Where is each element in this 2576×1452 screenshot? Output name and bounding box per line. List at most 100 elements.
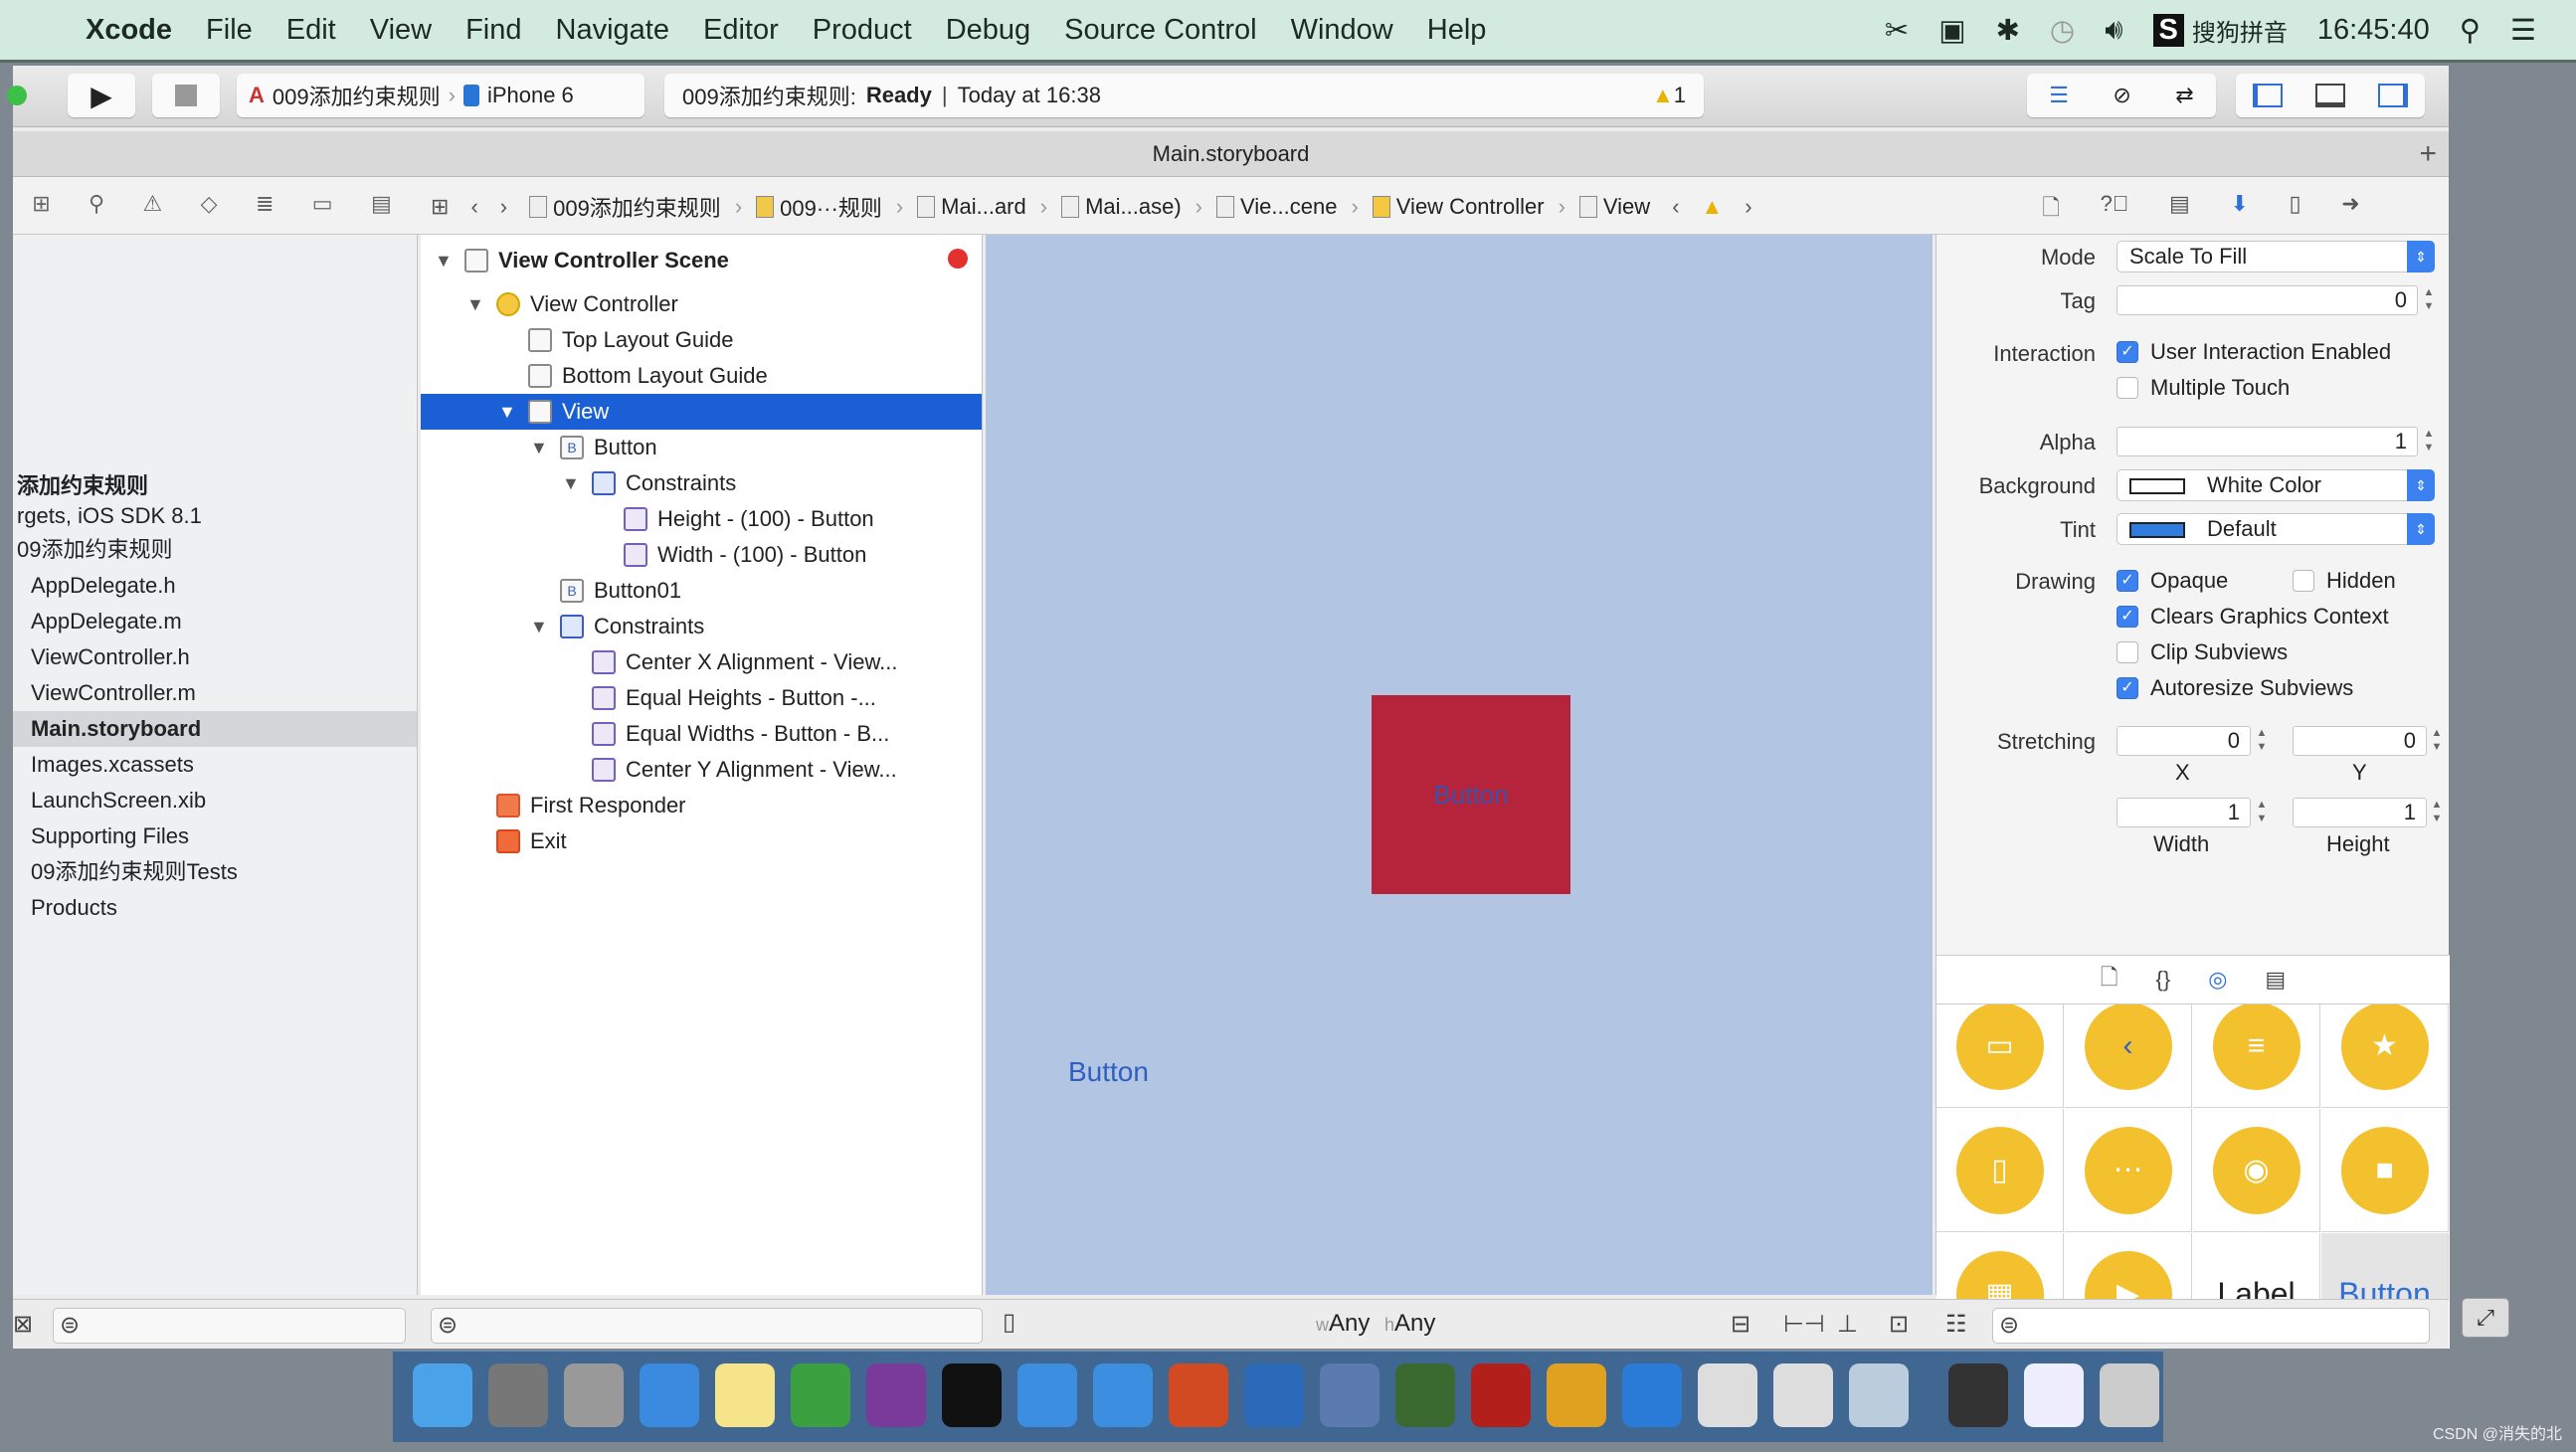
library-back-chevron-icon[interactable]: ‹	[2065, 1004, 2192, 1108]
button01[interactable]: Button	[1068, 1056, 1149, 1088]
hidden-checkbox[interactable]	[2293, 570, 2314, 592]
finder-icon[interactable]	[413, 1363, 472, 1427]
library-container-view-icon[interactable]: ▭	[1936, 1004, 2064, 1108]
clears-graphics-checkbox[interactable]: ✓	[2116, 606, 2138, 628]
next-issue-button[interactable]: ›	[1745, 194, 1751, 220]
navigator-filter-field[interactable]: ⊜	[53, 1308, 406, 1344]
assistant-editor-icon[interactable]: ⊘	[2113, 83, 2130, 108]
library-filter-field[interactable]: ⊜	[1992, 1308, 2430, 1344]
excel-icon[interactable]	[791, 1363, 850, 1427]
ftp-icon[interactable]	[1395, 1363, 1455, 1427]
hide-navigator-icon[interactable]: ⊠	[13, 1310, 33, 1339]
navigator-toggle-icon[interactable]	[2252, 84, 2283, 107]
stretch-height-stepper[interactable]: ▲ ▼	[2430, 798, 2444, 827]
menu-help[interactable]: Help	[1427, 14, 1487, 47]
clip-subviews-checkbox[interactable]	[2116, 641, 2138, 663]
jump-bar-item[interactable]: 009添加约束规则	[529, 191, 721, 223]
jump-bar-item[interactable]: View Controller	[1372, 194, 1545, 220]
device-name[interactable]: iPhone 6	[487, 83, 574, 108]
version-editor-icon[interactable]: ⇄	[2175, 83, 2193, 108]
navigator-item[interactable]: LaunchScreen.xib	[13, 783, 417, 818]
menu-source-control[interactable]: Source Control	[1064, 14, 1256, 47]
menu-navigate[interactable]: Navigate	[556, 14, 669, 47]
simulator-icon[interactable]	[1093, 1363, 1153, 1427]
outline-item[interactable]: Equal Widths - Button - B...	[421, 716, 982, 752]
library-glkit-view-icon[interactable]: ◉	[2193, 1109, 2320, 1232]
forward-button[interactable]: ›	[500, 194, 507, 220]
opaque-checkbox[interactable]: ✓	[2116, 570, 2138, 592]
navigator-item[interactable]: ViewController.m	[13, 675, 417, 711]
menu-view[interactable]: View	[370, 14, 432, 47]
input-method[interactable]: 搜狗拼音	[2192, 13, 2288, 48]
screen-share-icon[interactable]	[1948, 1363, 2008, 1427]
code-snippet-library-icon[interactable]: {}	[2156, 967, 2171, 993]
tag-field[interactable]: 0	[2116, 285, 2418, 315]
fullscreen-icon[interactable]: ⤢	[2462, 1298, 2509, 1338]
time-machine-icon[interactable]: ◷	[2050, 13, 2075, 48]
library-split-view-icon[interactable]: ▯	[1936, 1109, 2064, 1232]
preview-icon[interactable]	[1849, 1363, 1909, 1427]
resolve-issues-icon[interactable]: ⊥	[1837, 1310, 1858, 1339]
scheme-name[interactable]: 009添加约束规则	[273, 80, 441, 111]
resizing-behavior-icon[interactable]: ⊡	[1889, 1310, 1909, 1339]
outline-item[interactable]: Equal Heights - Button -...	[421, 680, 982, 716]
camera-icon[interactable]: ▣	[1938, 13, 1965, 48]
warning-indicator[interactable]: ▲1	[1652, 83, 1686, 108]
outline-item[interactable]: Top Layout Guide	[421, 322, 982, 358]
system-preferences-icon[interactable]	[488, 1363, 548, 1427]
connections-inspector-icon[interactable]: ➜	[2341, 191, 2359, 229]
stretch-width-stepper[interactable]: ▲ ▼	[2255, 798, 2269, 827]
library-tab-bar-icon[interactable]: ★	[2321, 1004, 2449, 1108]
outline-item[interactable]: Bottom Layout Guide	[421, 358, 982, 394]
user-interaction-checkbox[interactable]: ✓	[2116, 341, 2138, 363]
size-inspector-icon[interactable]: ▯	[2290, 191, 2301, 229]
list-view-icon[interactable]: ☷	[1945, 1310, 1967, 1339]
outline-item[interactable]: ▼ View	[421, 394, 982, 430]
identity-inspector-icon[interactable]: ▤	[2169, 191, 2190, 229]
notes-icon[interactable]	[715, 1363, 775, 1427]
media-library-icon[interactable]: ▤	[2265, 967, 2286, 993]
navigator-item[interactable]: AppDelegate.m	[13, 604, 417, 639]
size-class-control[interactable]: wAny hAny	[1316, 1310, 1435, 1338]
volume-icon[interactable]: 🔊︎	[2105, 14, 2122, 47]
quick-help-icon[interactable]: ?⃝	[2101, 191, 2129, 229]
library-table-view-icon[interactable]: ≡	[2193, 1004, 2320, 1108]
find-navigator-icon[interactable]: ⚲	[89, 191, 104, 217]
mode-popup[interactable]: Scale To Fill ⇕	[2116, 241, 2435, 272]
instruments-icon[interactable]	[1698, 1363, 1757, 1427]
align-icon[interactable]: ⊟	[1731, 1310, 1750, 1339]
tag-stepper[interactable]: ▲ ▼	[2422, 285, 2436, 315]
outline-filter-field[interactable]: ⊜	[431, 1308, 983, 1344]
multiple-touch-checkbox[interactable]	[2116, 377, 2138, 399]
sketch-icon[interactable]	[1547, 1363, 1606, 1427]
stretch-y-stepper[interactable]: ▲ ▼	[2430, 726, 2444, 756]
red-button[interactable]: Button	[1372, 695, 1570, 894]
alpha-field[interactable]: 1	[2116, 427, 2418, 456]
outline-item[interactable]: Width - (100) - Button	[421, 537, 982, 573]
back-button[interactable]: ‹	[470, 194, 477, 220]
library-page-view-icon[interactable]: ⋯	[2065, 1109, 2192, 1232]
autoresize-subviews-checkbox[interactable]: ✓	[2116, 677, 2138, 699]
notification-center-icon[interactable]: ☰	[2510, 13, 2536, 48]
library-object-cube-icon[interactable]: ■	[2321, 1109, 2449, 1232]
navigator-item[interactable]: Main.storyboard	[13, 711, 417, 747]
navigator-item[interactable]: 09添加约束规则	[13, 532, 417, 568]
jump-bar-item[interactable]: View	[1578, 194, 1650, 220]
stop-button[interactable]	[152, 74, 220, 117]
toggle-outline-icon[interactable]: ▯	[1003, 1308, 1015, 1337]
stretch-height-field[interactable]: 1	[2293, 798, 2427, 827]
menu-product[interactable]: Product	[813, 14, 912, 47]
safari-icon[interactable]	[640, 1363, 699, 1427]
navigator-item[interactable]: rgets, iOS SDK 8.1	[13, 498, 417, 534]
tint-popup[interactable]: Default ⇕	[2116, 513, 2435, 545]
outline-item[interactable]: First Responder	[421, 788, 982, 823]
disclosure-triangle-icon[interactable]: ▼	[435, 243, 453, 278]
disclosure-triangle-icon[interactable]: ▼	[466, 286, 484, 322]
menu-editor[interactable]: Editor	[703, 14, 779, 47]
pin-icon[interactable]: ⊢⊣	[1783, 1310, 1825, 1339]
outline-item[interactable]: Exit	[421, 823, 982, 859]
disclosure-triangle-icon[interactable]: ▼	[530, 430, 548, 465]
menu-edit[interactable]: Edit	[286, 14, 336, 47]
sogou-icon[interactable]: S	[2152, 13, 2184, 47]
background-popup[interactable]: White Color ⇕	[2116, 469, 2435, 501]
